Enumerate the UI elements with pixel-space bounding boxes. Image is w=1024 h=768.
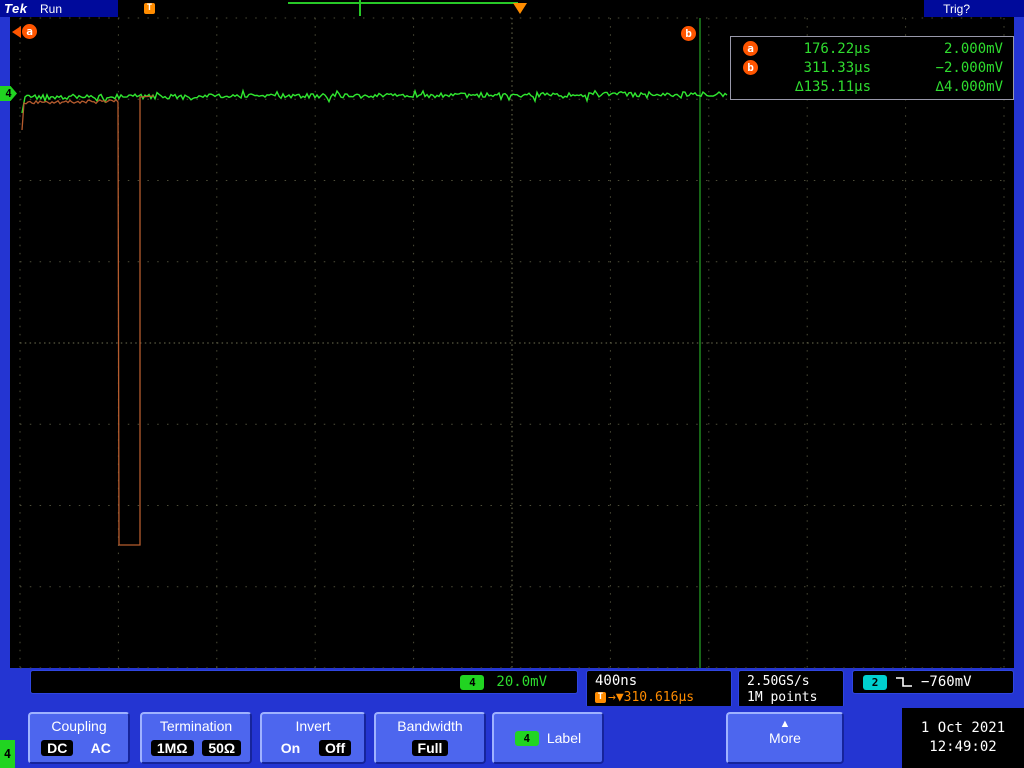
datetime-readout: 1 Oct 2021 12:49:02 (902, 708, 1024, 768)
trigger-status: Trig? (943, 2, 970, 16)
channel4-badge: 4 (460, 674, 485, 690)
acquisition-readout: 2.50GS/s 1M points (738, 670, 844, 708)
trigger-t-icon: T (144, 3, 155, 14)
record-length: 1M points (747, 690, 818, 705)
invert-button[interactable]: Invert On Off (260, 712, 366, 764)
cursor-readout-panel: a 176.22µs 2.000mV b 311.33µs −2.000mV ∆… (730, 36, 1014, 100)
channel4-volts-per-div: 20.0mV (496, 674, 547, 690)
cursor-a-icon: a (743, 41, 758, 57)
sample-rate: 2.50GS/s (747, 674, 810, 689)
invert-title: Invert (295, 718, 331, 734)
channel2-badge: 2 (863, 674, 887, 690)
bandwidth-full-option[interactable]: Full (411, 740, 449, 756)
trigger-position-marker-icon (513, 3, 527, 14)
cursor-b-time: 311.33µs (803, 59, 871, 76)
coupling-title: Coupling (51, 718, 107, 734)
trigger-level-readout: 2 −760mV (852, 670, 1014, 694)
coupling-dc-option[interactable]: DC (41, 740, 74, 756)
coupling-ac-option[interactable]: AC (85, 740, 117, 756)
trigger-level-value: −760mV (921, 674, 972, 690)
invert-on-option[interactable]: On (275, 740, 306, 756)
channel4-badge: 4 (514, 730, 539, 746)
arrow-left-icon (12, 25, 21, 38)
time-per-div: 400ns (595, 673, 638, 689)
cursor-b-icon: b (743, 60, 758, 76)
trigger-delay-readout: T →▼310.616µs (595, 690, 731, 705)
cursor-a-time: 176.22µs (803, 40, 871, 57)
termination-options: 1MΩ 50Ω (142, 734, 250, 762)
bandwidth-options: Full (376, 734, 484, 762)
termination-1mohm-option[interactable]: 1MΩ (150, 740, 194, 756)
tek-logo: Tek (4, 1, 28, 16)
cursor-b-voltage: −2.000mV (935, 59, 1003, 76)
bottom-menu-bar: Coupling DC AC Termination 1MΩ 50Ω Inver… (0, 706, 1024, 768)
cursor-a-offscreen-indicator: a (12, 24, 37, 39)
date-label: 1 Oct 2021 (920, 720, 1006, 736)
termination-button[interactable]: Termination 1MΩ 50Ω (140, 712, 252, 764)
bandwidth-title: Bandwidth (397, 718, 463, 734)
record-overview-line (288, 2, 518, 4)
invert-options: On Off (262, 734, 364, 762)
bandwidth-button[interactable]: Bandwidth Full (374, 712, 486, 764)
coupling-options: DC AC (30, 734, 128, 762)
invert-off-option[interactable]: Off (318, 740, 352, 756)
cursor-delta-time: ∆135.11µs (795, 79, 871, 96)
graticule-area (10, 17, 1014, 668)
time-label: 12:49:02 (929, 739, 997, 755)
horizontal-readout: 400ns T →▼310.616µs (586, 670, 732, 708)
label-text: Label (546, 730, 582, 746)
termination-title: Termination (159, 718, 233, 734)
channel4-scale-readout: 4 20.0mV (30, 670, 578, 694)
menu-channel-indicator: 4 (0, 740, 15, 768)
trigger-delay-value: →▼310.616µs (608, 690, 695, 705)
cursor-b-handle[interactable]: b (681, 24, 696, 42)
arrow-up-icon: ▲ (779, 718, 791, 730)
label-button[interactable]: 4 Label (492, 712, 604, 764)
acquisition-status: Run (40, 2, 63, 16)
cursor-a-badge: a (22, 24, 37, 39)
label-content: 4 Label (514, 714, 582, 762)
cursor-b-badge: b (681, 26, 696, 41)
coupling-button[interactable]: Coupling DC AC (28, 712, 130, 764)
oscilloscope-display: Tek Run T Trig? 4 a b a 176.22µs 2.000mV… (0, 0, 1024, 768)
cursor-a-voltage: 2.000mV (943, 40, 1003, 57)
cursor-delta-voltage: ∆4.000mV (935, 79, 1003, 96)
more-button[interactable]: ▲ More (726, 712, 844, 764)
falling-edge-icon (896, 677, 912, 687)
termination-50ohm-option[interactable]: 50Ω (202, 740, 242, 756)
top-status-bar: Tek Run T Trig? (0, 0, 1024, 17)
record-overview-tick (359, 0, 361, 16)
more-text: More (769, 730, 801, 746)
trigger-t-icon: T (595, 692, 606, 703)
